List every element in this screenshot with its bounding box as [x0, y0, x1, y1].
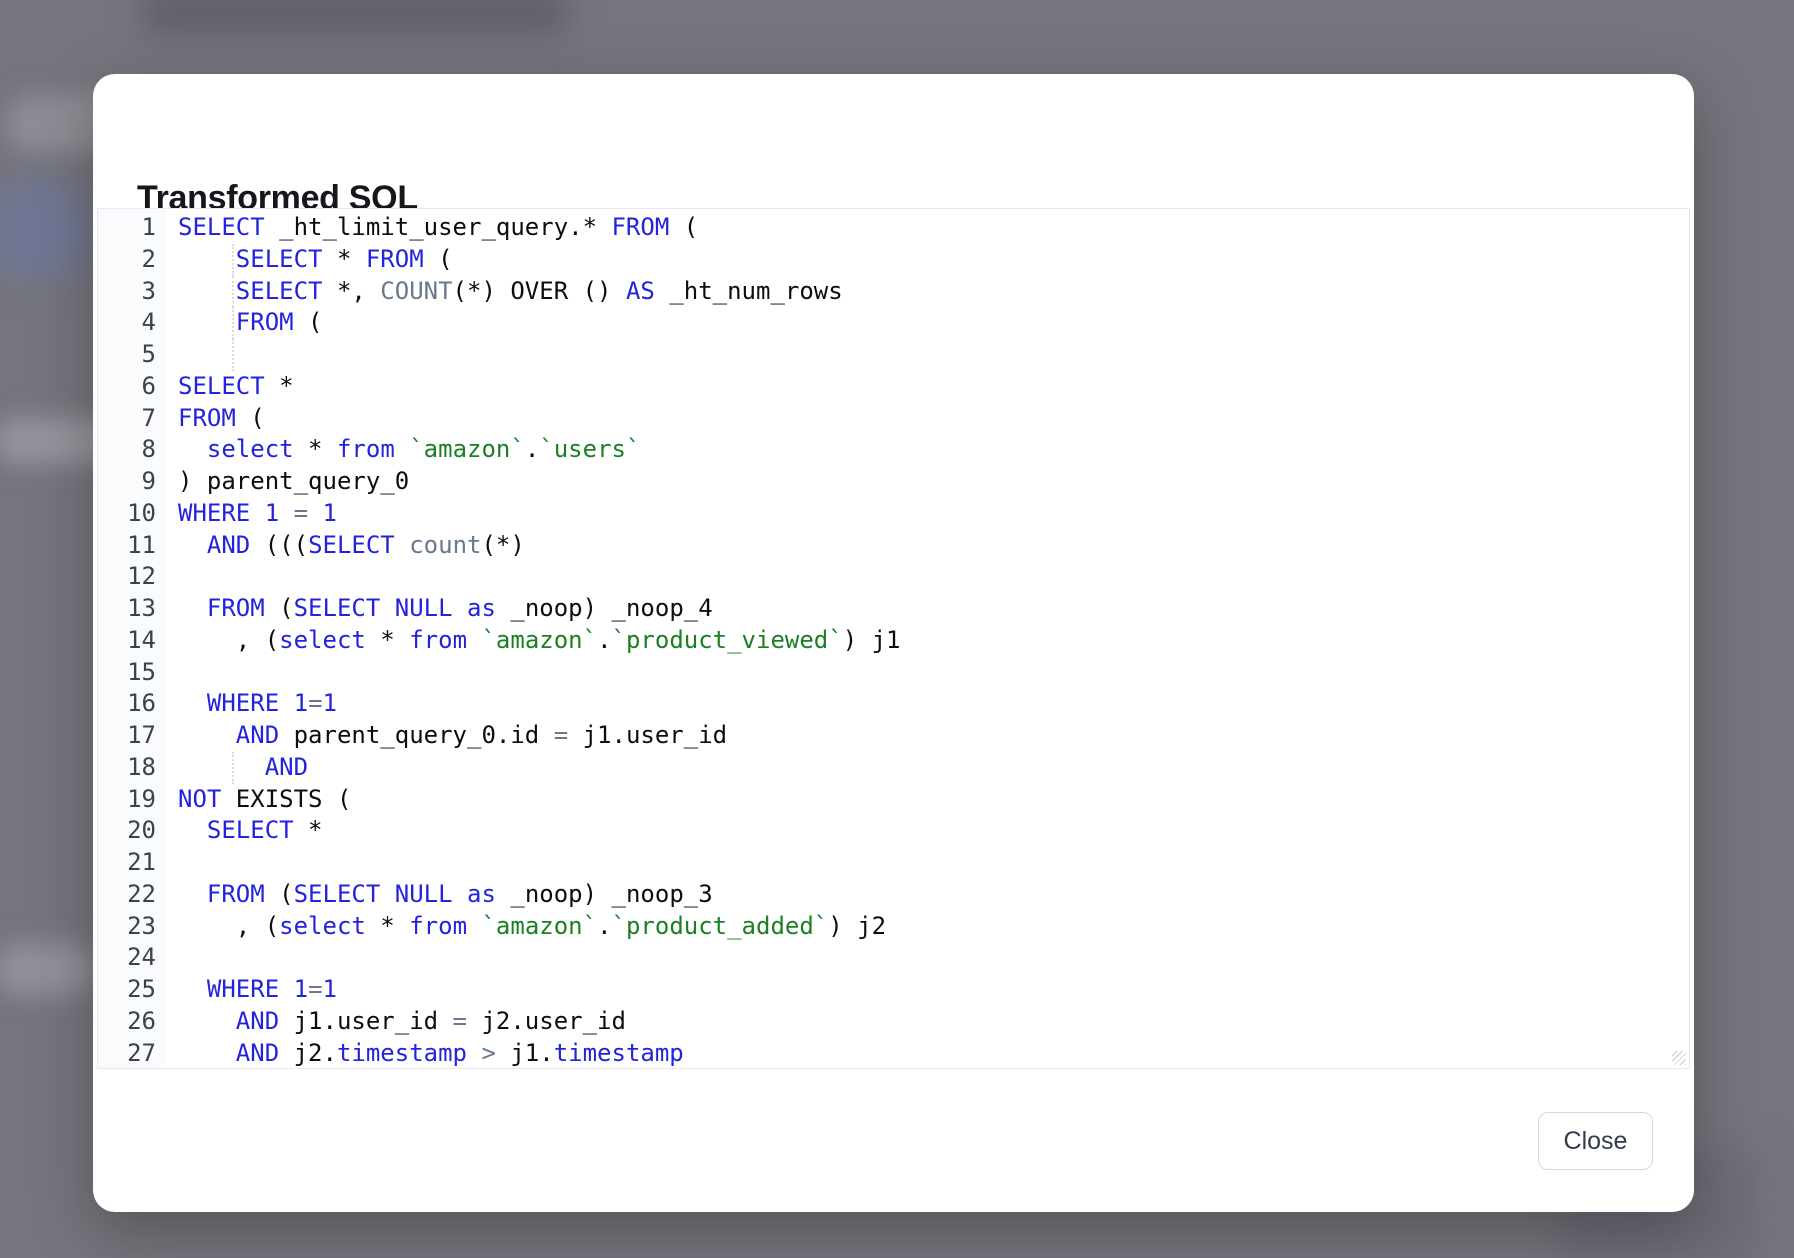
code-line: 1SELECT _ht_limit_user_query.* FROM (: [98, 212, 1689, 244]
line-number: 23: [98, 911, 166, 943]
line-number: 1: [98, 212, 166, 244]
code-line: 25 WHERE 1=1: [98, 974, 1689, 1006]
code-line: 11 AND (((SELECT count(*): [98, 530, 1689, 562]
line-number: 22: [98, 879, 166, 911]
code-lines: 1SELECT _ht_limit_user_query.* FROM (2 S…: [98, 212, 1689, 1069]
line-number: 13: [98, 593, 166, 625]
code-line: 10WHERE 1 = 1: [98, 498, 1689, 530]
code-line: 22 FROM (SELECT NULL as _noop) _noop_3: [98, 879, 1689, 911]
blurred-background-bar: [140, 0, 570, 36]
code-line: 21: [98, 847, 1689, 879]
code-line: 3 SELECT *, COUNT(*) OVER () AS _ht_num_…: [98, 276, 1689, 308]
code-line: 24: [98, 942, 1689, 974]
line-number: 8: [98, 434, 166, 466]
line-number: 24: [98, 942, 166, 974]
code-line: 2 SELECT * FROM (: [98, 244, 1689, 276]
line-number: 12: [98, 561, 166, 593]
code-line: 5: [98, 339, 1689, 371]
line-number: 9: [98, 466, 166, 498]
line-number: 5: [98, 339, 166, 371]
line-number: 20: [98, 815, 166, 847]
code-line: 18 AND: [98, 752, 1689, 784]
code-line: 4 FROM (: [98, 307, 1689, 339]
code-line: 16 WHERE 1=1: [98, 688, 1689, 720]
line-number: 7: [98, 403, 166, 435]
code-line: 14 , (select * from `amazon`.`product_vi…: [98, 625, 1689, 657]
line-number: 25: [98, 974, 166, 1006]
code-line: 20 SELECT *: [98, 815, 1689, 847]
code-line: 26 AND j1.user_id = j2.user_id: [98, 1006, 1689, 1038]
line-number: 3: [98, 276, 166, 308]
close-button[interactable]: Close: [1538, 1112, 1653, 1170]
code-line: 7FROM (: [98, 403, 1689, 435]
line-number: 6: [98, 371, 166, 403]
line-number: 21: [98, 847, 166, 879]
line-number: 15: [98, 657, 166, 689]
line-number: 18: [98, 752, 166, 784]
code-line: 8 select * from `amazon`.`users`: [98, 434, 1689, 466]
line-number: 4: [98, 307, 166, 339]
code-line: 6SELECT *: [98, 371, 1689, 403]
code-line: 13 FROM (SELECT NULL as _noop) _noop_4: [98, 593, 1689, 625]
line-number: 2: [98, 244, 166, 276]
blurred-background-avatar: [0, 178, 90, 282]
resize-grip-icon[interactable]: [1672, 1051, 1686, 1065]
line-number: 10: [98, 498, 166, 530]
transformed-sql-dialog: Transformed SQL 1SELECT _ht_limit_user_q…: [93, 74, 1694, 1212]
sql-code-viewer[interactable]: 1SELECT _ht_limit_user_query.* FROM (2 S…: [97, 208, 1690, 1069]
line-number: 17: [98, 720, 166, 752]
line-number: 16: [98, 688, 166, 720]
code-line: 15: [98, 657, 1689, 689]
line-number: 19: [98, 784, 166, 816]
line-number: 14: [98, 625, 166, 657]
code-line: 23 , (select * from `amazon`.`product_ad…: [98, 911, 1689, 943]
line-number: 11: [98, 530, 166, 562]
code-line: 17 AND parent_query_0.id = j1.user_id: [98, 720, 1689, 752]
code-line: 12: [98, 561, 1689, 593]
code-line: 9) parent_query_0: [98, 466, 1689, 498]
code-line: 27 AND j2.timestamp > j1.timestamp: [98, 1038, 1689, 1070]
line-number: 26: [98, 1006, 166, 1038]
blurred-background-shape: [0, 943, 96, 995]
code-line: 19NOT EXISTS (: [98, 784, 1689, 816]
line-number: 27: [98, 1038, 166, 1070]
